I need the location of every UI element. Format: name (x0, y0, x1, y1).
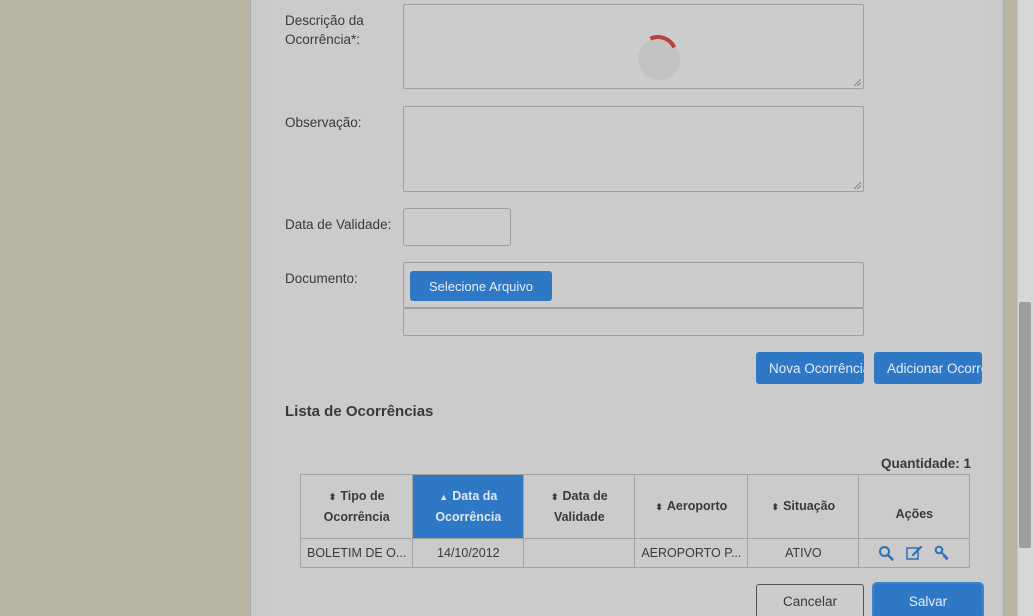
data-validade-label: Data de Validade: (285, 217, 392, 232)
search-icon[interactable] (877, 544, 895, 562)
documento-filename-field (403, 308, 864, 336)
cell-validade (523, 538, 636, 568)
cancelar-button[interactable]: Cancelar (756, 584, 864, 616)
cell-acoes (858, 538, 971, 568)
column-header-data-ocorrencia[interactable]: ▲ Data da Ocorrência (412, 474, 525, 539)
selecione-arquivo-button[interactable]: Selecione Arquivo (410, 271, 552, 301)
ocorrencias-table: ⬍ Tipo de Ocorrência ▲ Data da Ocorrência … (299, 474, 971, 568)
salvar-button[interactable]: Salvar (874, 584, 982, 616)
cell-aeroporto: AEROPORTO P... (634, 538, 749, 568)
resize-grip-icon[interactable] (854, 79, 861, 86)
scrollbar-thumb[interactable] (1019, 302, 1031, 548)
descricao-label: Descrição da Ocorrência*: (285, 13, 364, 47)
sort-both-icon: ⬍ (328, 492, 337, 502)
edit-icon[interactable] (905, 544, 923, 562)
cell-data: 14/10/2012 (412, 538, 525, 568)
resize-grip-icon[interactable] (854, 182, 861, 189)
sort-asc-icon: ▲ (439, 492, 449, 502)
adicionar-ocorrencia-button[interactable]: Adicionar Ocorrência (874, 352, 982, 384)
cell-situacao: ATIVO (747, 538, 860, 568)
data-validade-input[interactable] (403, 208, 511, 246)
sort-both-icon: ⬍ (550, 492, 559, 502)
observacao-label: Observação: (285, 115, 362, 130)
observacao-textarea[interactable] (403, 106, 864, 192)
sort-both-icon: ⬍ (771, 502, 780, 512)
lista-ocorrencias-title: Lista de Ocorrências (285, 403, 434, 420)
documento-label: Documento: (285, 271, 358, 286)
key-icon[interactable] (933, 544, 951, 562)
descricao-textarea[interactable] (403, 4, 864, 89)
cell-tipo: BOLETIM DE O... (299, 538, 414, 568)
column-header-situacao[interactable]: ⬍ Situação (747, 474, 860, 539)
sort-both-icon: ⬍ (655, 502, 663, 512)
column-header-acoes: Ações (858, 474, 971, 539)
column-header-aeroporto[interactable]: ⬍ Aeroporto (634, 474, 749, 539)
nova-ocorrencia-button[interactable]: Nova Ocorrência (756, 352, 864, 384)
column-header-data-validade[interactable]: ⬍ Data de Validade (523, 474, 636, 539)
column-header-tipo[interactable]: ⬍ Tipo de Ocorrência (299, 474, 414, 539)
table-row: BOLETIM DE O... 14/10/2012 AEROPORTO P..… (299, 538, 971, 568)
quantidade-count: Quantidade: 1 (881, 456, 972, 471)
